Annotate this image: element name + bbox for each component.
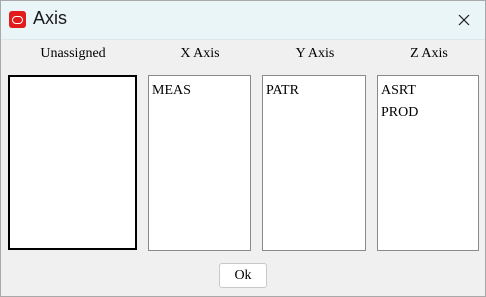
x-axis-list[interactable]: MEAS: [148, 75, 251, 251]
close-button[interactable]: [449, 5, 479, 35]
list-item-meas[interactable]: MEAS: [151, 80, 248, 102]
unassigned-list[interactable]: [8, 75, 137, 250]
y-axis-label: Y Axis: [295, 46, 335, 61]
title-bar: Axis: [1, 1, 485, 40]
z-axis-list[interactable]: ASRT PROD: [377, 75, 479, 251]
x-axis-label: X Axis: [180, 46, 220, 61]
oracle-logo-icon: [9, 11, 26, 28]
list-item-asrt[interactable]: ASRT: [380, 80, 476, 102]
ok-button[interactable]: Ok: [219, 263, 267, 288]
window-title: Axis: [33, 8, 68, 28]
y-axis-list[interactable]: PATR: [262, 75, 366, 251]
list-item-patr[interactable]: PATR: [265, 80, 363, 102]
z-axis-label: Z Axis: [410, 46, 448, 61]
unassigned-label: Unassigned: [40, 46, 106, 61]
axis-dialog: Axis Unassigned X Axis Y Axis Z Axis MEA…: [0, 0, 486, 297]
close-icon: [458, 14, 470, 26]
list-item-prod[interactable]: PROD: [380, 102, 476, 124]
